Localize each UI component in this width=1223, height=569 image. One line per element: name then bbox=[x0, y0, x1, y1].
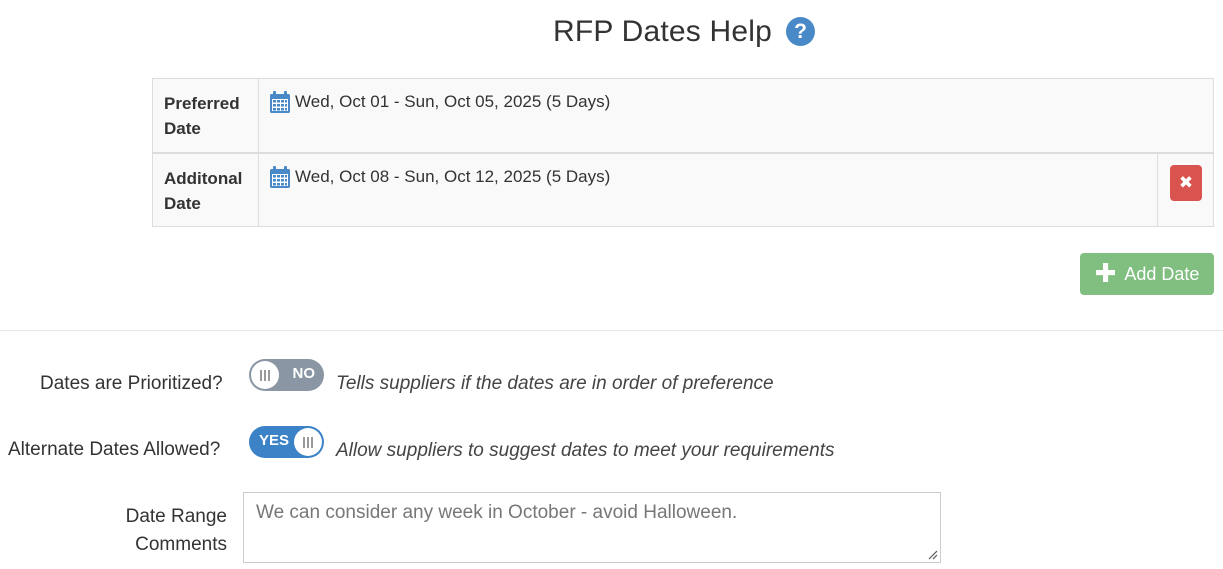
plus-icon: ✚ bbox=[1094, 258, 1117, 288]
toggle-state-text: YES bbox=[259, 432, 290, 449]
add-date-label: Add Date bbox=[1124, 263, 1200, 284]
grip-icon bbox=[260, 369, 270, 381]
grip-icon bbox=[303, 436, 313, 448]
date-value-cell: Wed, Oct 01 - Sun, Oct 05, 2025 (5 Days) bbox=[258, 78, 1214, 154]
date-value-cell: Wed, Oct 08 - Sun, Oct 12, 2025 (5 Days) bbox=[258, 152, 1158, 227]
date-label: Preferred Date bbox=[152, 78, 259, 154]
alternate-dates-hint: Allow suppliers to suggest dates to meet… bbox=[336, 440, 835, 461]
date-range-text: Wed, Oct 01 - Sun, Oct 05, 2025 (5 Days) bbox=[295, 92, 611, 111]
date-row-preferred: Preferred Date Wed, Oct 01 - Sun, Oct 05… bbox=[152, 78, 1214, 154]
page-header: RFP Dates Help ? bbox=[0, 10, 1223, 56]
date-range-comments-textarea[interactable]: We can consider any week in October - av… bbox=[243, 492, 941, 563]
dates-table: Preferred Date Wed, Oct 01 - Sun, Oct 05… bbox=[152, 78, 1214, 227]
date-label: Additonal Date bbox=[152, 152, 259, 227]
date-range[interactable]: Wed, Oct 08 - Sun, Oct 12, 2025 (5 Days) bbox=[270, 165, 611, 188]
page-title: RFP Dates Help bbox=[553, 15, 772, 48]
resize-handle-icon[interactable] bbox=[928, 550, 938, 560]
dates-prioritized-toggle[interactable]: NO bbox=[249, 359, 324, 391]
toggle-state-text: NO bbox=[292, 365, 316, 382]
toggle-knob bbox=[251, 361, 279, 389]
date-row-additional: Additonal Date Wed, Oct 08 - Sun, Oct 12… bbox=[152, 152, 1214, 227]
date-range-text: Wed, Oct 08 - Sun, Oct 12, 2025 (5 Days) bbox=[295, 166, 611, 186]
dates-prioritized-label: Dates are Prioritized? bbox=[40, 373, 223, 394]
section-divider bbox=[0, 330, 1223, 331]
calendar-icon bbox=[270, 91, 290, 113]
comments-text: We can consider any week in October - av… bbox=[256, 502, 738, 523]
add-date-button[interactable]: ✚ Add Date bbox=[1080, 253, 1214, 295]
close-icon: ✖ bbox=[1178, 172, 1194, 192]
date-range[interactable]: Wed, Oct 01 - Sun, Oct 05, 2025 (5 Days) bbox=[270, 91, 610, 113]
alternate-dates-toggle[interactable]: YES bbox=[249, 426, 324, 458]
question-circle-icon[interactable]: ? bbox=[786, 17, 815, 46]
alternate-dates-label: Alternate Dates Allowed? bbox=[8, 439, 221, 460]
dates-prioritized-hint: Tells suppliers if the dates are in orde… bbox=[336, 373, 774, 394]
help-glyph: ? bbox=[794, 20, 807, 43]
date-range-comments-label: Date Range Comments bbox=[125, 506, 227, 555]
toggle-knob bbox=[294, 428, 322, 456]
delete-cell: ✖ bbox=[1157, 152, 1214, 227]
calendar-icon bbox=[270, 165, 290, 188]
delete-date-button[interactable]: ✖ bbox=[1170, 164, 1202, 201]
